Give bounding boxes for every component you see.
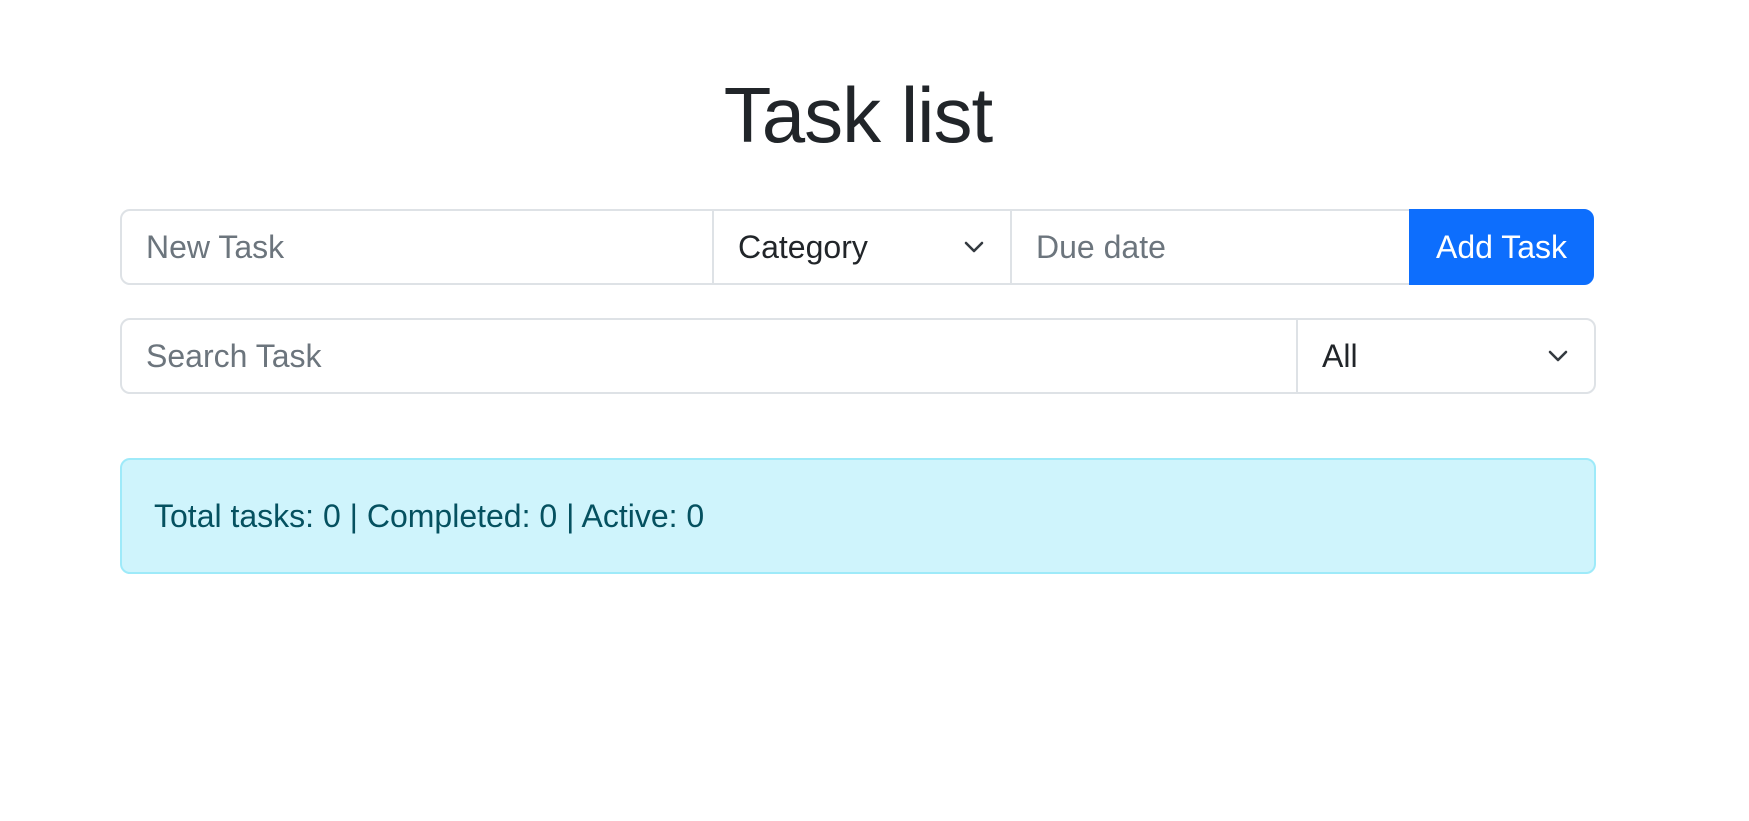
chevron-down-icon xyxy=(964,241,984,253)
status-filter-select[interactable]: All xyxy=(1296,318,1596,394)
search-input[interactable]: Search Task xyxy=(120,318,1298,394)
chevron-down-icon xyxy=(1548,350,1568,362)
search-placeholder: Search Task xyxy=(146,337,322,374)
filter-selected-value: All xyxy=(1322,337,1358,374)
add-task-button[interactable]: Add Task xyxy=(1409,209,1594,285)
task-summary-text: Total tasks: 0 | Completed: 0 | Active: … xyxy=(154,497,705,534)
category-selected-value: Category xyxy=(738,228,868,265)
new-task-input[interactable]: New Task xyxy=(120,209,714,285)
due-date-placeholder: Due date xyxy=(1036,228,1166,265)
task-summary-alert: Total tasks: 0 | Completed: 0 | Active: … xyxy=(120,458,1596,574)
add-task-form: New Task Category Due date Add Task xyxy=(120,209,1596,285)
search-filter-form: Search Task All xyxy=(120,318,1596,394)
category-select[interactable]: Category xyxy=(712,209,1012,285)
new-task-placeholder: New Task xyxy=(146,228,285,265)
due-date-input[interactable]: Due date xyxy=(1010,209,1411,285)
page-title: Task list xyxy=(723,71,993,159)
